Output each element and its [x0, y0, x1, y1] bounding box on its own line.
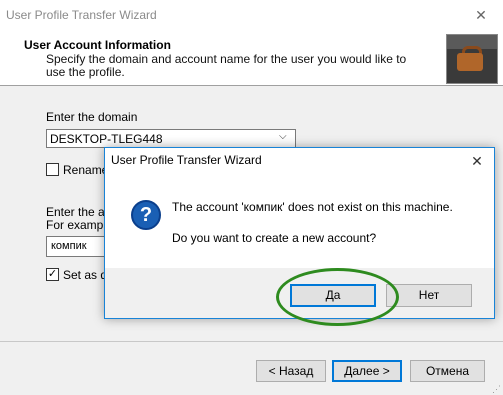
dialog-titlebar[interactable]: User Profile Transfer Wizard ✕: [105, 148, 494, 174]
briefcase-icon: [446, 34, 498, 84]
close-icon[interactable]: ✕: [465, 150, 489, 172]
account-label: Enter the ac: [46, 205, 111, 219]
wizard-titlebar[interactable]: User Profile Transfer Wizard ✕: [0, 0, 503, 31]
wizard-header: User Account Information Specify the dom…: [0, 31, 503, 85]
next-button[interactable]: Далее >: [332, 360, 402, 382]
header-divider: [0, 85, 503, 86]
page-description: Specify the domain and account name for …: [46, 52, 407, 79]
rename-label[interactable]: Rename: [63, 163, 108, 177]
domain-select[interactable]: DESKTOP-TLEG448 ⌵: [46, 129, 296, 148]
highlight-annotation: [276, 268, 399, 326]
footer-divider: [0, 341, 503, 342]
domain-value: DESKTOP-TLEG448: [50, 132, 163, 146]
rename-checkbox[interactable]: [46, 163, 59, 176]
question-icon: ?: [131, 200, 161, 230]
account-value: компик: [51, 240, 87, 252]
dialog-message: The account 'компик' does not exist on t…: [172, 200, 453, 214]
page-title: User Account Information: [24, 38, 171, 52]
cancel-button[interactable]: Отмена: [410, 360, 485, 382]
resize-grip-icon[interactable]: ⋰: [492, 384, 501, 395]
back-button[interactable]: < Назад: [256, 360, 326, 382]
set-default-checkbox[interactable]: ✓: [46, 268, 59, 281]
domain-label: Enter the domain: [46, 110, 138, 124]
close-icon[interactable]: ✕: [468, 4, 494, 26]
dialog-question: Do you want to create a new account?: [172, 231, 377, 245]
example-label: For exampl: [46, 218, 107, 232]
dialog-title: User Profile Transfer Wizard: [111, 153, 262, 167]
wizard-title: User Profile Transfer Wizard: [6, 8, 157, 22]
chevron-down-icon[interactable]: ⌵: [279, 131, 287, 142]
